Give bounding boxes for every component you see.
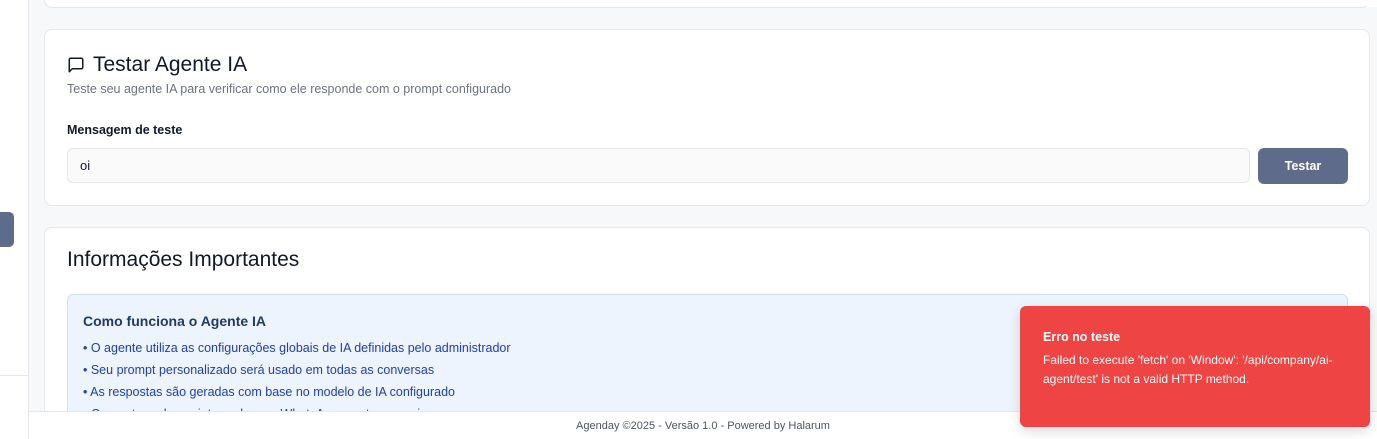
test-agent-card: Testar Agente IA Teste seu agente IA par…	[44, 29, 1370, 206]
test-title-row: Testar Agente IA	[67, 53, 247, 77]
test-button[interactable]: Testar	[1258, 148, 1348, 184]
list-item: • O agente utiliza as configurações glob…	[83, 341, 511, 355]
list-item: • As respostas são geradas com base no m…	[83, 385, 455, 399]
previous-card	[44, 0, 1370, 8]
message-square-icon	[68, 57, 84, 73]
sidebar-active-item[interactable]	[0, 212, 14, 247]
toast-title: Erro no teste	[1043, 330, 1121, 344]
test-message-input[interactable]	[67, 148, 1250, 183]
sidebar	[0, 0, 29, 439]
toast-message: Failed to execute 'fetch' on 'Window': '…	[1043, 353, 1333, 386]
footer-text: Agenday ©2025 - Versão 1.0 - Powered by …	[576, 420, 830, 432]
info-card-title: Informações Importantes	[67, 248, 300, 271]
sidebar-divider	[0, 375, 29, 376]
error-toast[interactable]: Erro no teste Failed to execute 'fetch' …	[1020, 306, 1370, 427]
how-it-works-title: Como funciona o Agente IA	[83, 313, 267, 329]
test-card-title: Testar Agente IA	[93, 53, 248, 76]
test-card-subtitle: Teste seu agente IA para verificar como …	[67, 82, 512, 96]
scrollbar[interactable]	[1367, 0, 1377, 7]
list-item: • Seu prompt personalizado será usado em…	[83, 363, 435, 377]
test-message-label: Mensagem de teste	[67, 123, 183, 137]
